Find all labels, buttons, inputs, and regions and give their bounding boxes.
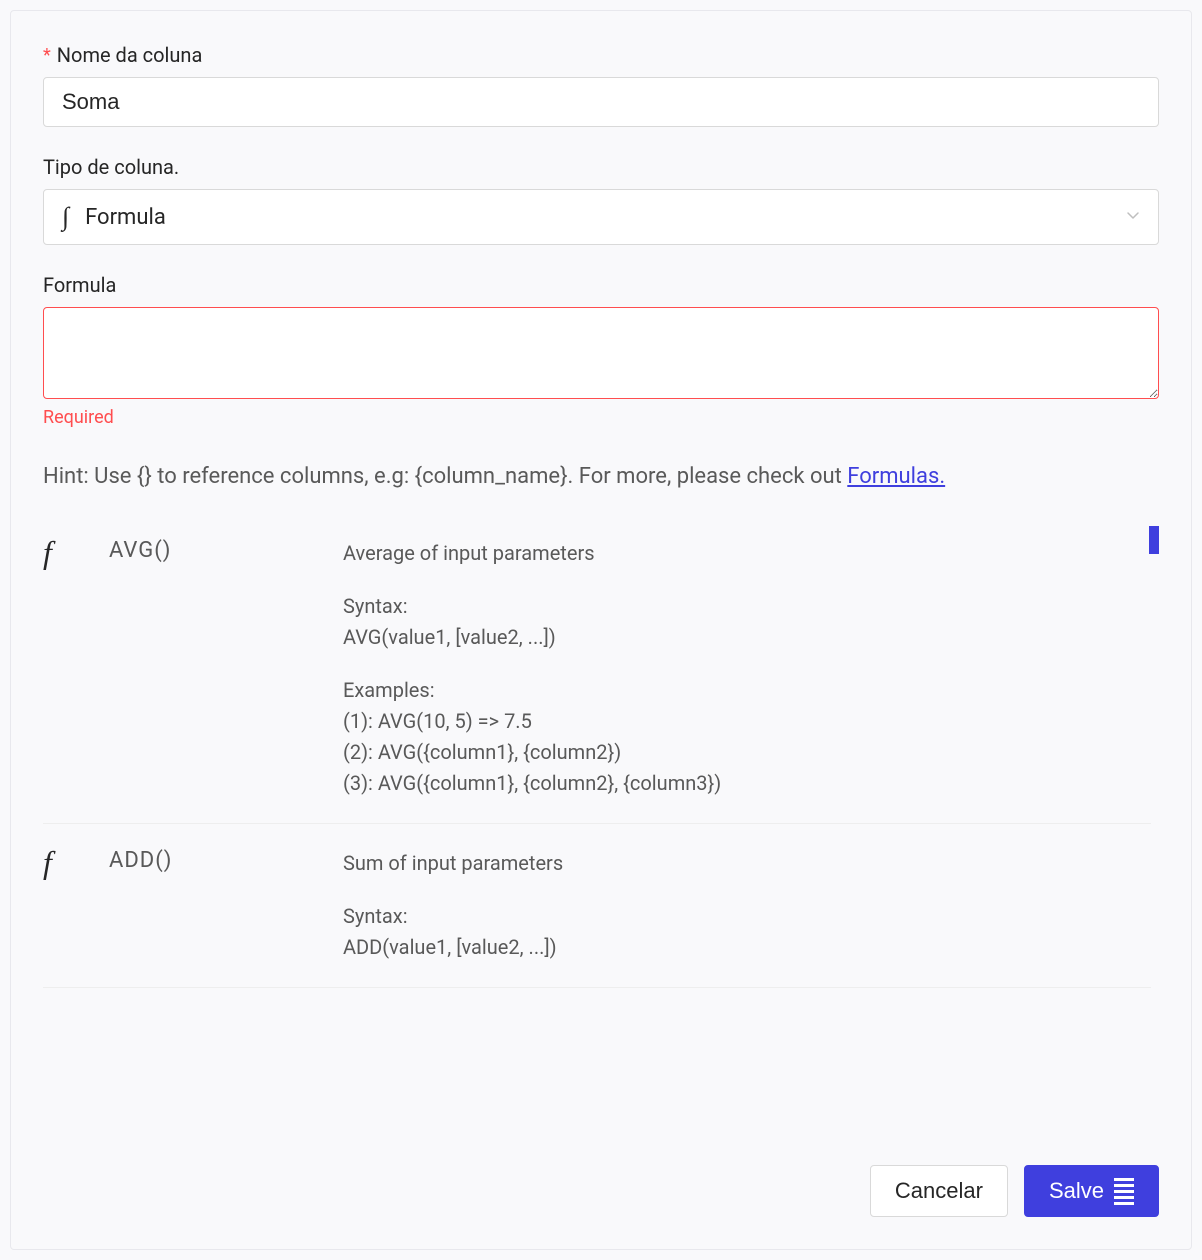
syntax-text: AVG(value1, [value2, ...]) [343,622,721,653]
column-edit-panel: * Nome da coluna Tipo de coluna. ∫ Formu… [10,10,1192,1250]
function-description: Average of input parameters Syntax: AVG(… [343,538,721,799]
column-type-group: Tipo de coluna. ∫ Formula [43,155,1159,245]
column-type-label: Tipo de coluna. [43,155,1159,179]
required-asterisk: * [43,45,51,66]
save-icon [1114,1178,1134,1205]
chevron-down-icon [1125,205,1141,230]
example-2: (2): AVG({column1}, {column2}) [343,737,721,768]
syntax-label: Syntax: [343,901,563,932]
formula-icon: ∫ [62,202,69,232]
formula-label: Formula [43,273,1159,297]
cancel-button[interactable]: Cancelar [870,1165,1008,1217]
function-item-add[interactable]: f ADD() Sum of input parameters Syntax: … [43,824,1151,988]
function-description: Sum of input parameters Syntax: ADD(valu… [343,848,563,963]
function-list-wrap: f AVG() Average of input parameters Synt… [43,526,1159,1139]
formula-label-text: Formula [43,273,116,297]
column-name-input[interactable] [43,77,1159,127]
footer-actions: Cancelar Salve [43,1139,1159,1217]
column-name-label-text: Nome da coluna [57,43,203,67]
column-name-label: * Nome da coluna [43,43,1159,67]
save-label: Salve [1049,1178,1104,1204]
syntax-text: ADD(value1, [value2, ...]) [343,932,563,963]
column-type-select[interactable]: ∫ Formula [43,189,1159,245]
column-type-selected: Formula [85,205,166,230]
function-name: AVG() [109,538,171,563]
function-icon: f [43,846,73,878]
column-type-label-text: Tipo de coluna. [43,155,179,179]
column-name-group: * Nome da coluna [43,43,1159,127]
function-list[interactable]: f AVG() Average of input parameters Synt… [43,526,1159,1139]
formula-group: Formula Required [43,273,1159,428]
column-type-select-wrap: ∫ Formula [43,189,1159,245]
example-3: (3): AVG({column1}, {column2}, {column3}… [343,768,721,799]
syntax-label: Syntax: [343,591,721,622]
function-icon: f [43,536,73,568]
formula-input[interactable] [43,307,1159,399]
function-desc-text: Sum of input parameters [343,848,563,879]
formula-hint: Hint: Use {} to reference columns, e.g: … [43,456,1159,498]
cancel-label: Cancelar [895,1178,983,1204]
function-name: ADD() [109,848,172,873]
function-item-avg[interactable]: f AVG() Average of input parameters Synt… [43,526,1151,824]
hint-text: Hint: Use {} to reference columns, e.g: … [43,464,847,489]
function-desc-text: Average of input parameters [343,538,721,569]
formulas-link[interactable]: Formulas. [847,464,945,489]
example-1: (1): AVG(10, 5) => 7.5 [343,706,721,737]
examples-label: Examples: [343,675,721,706]
formula-error: Required [43,407,1159,428]
save-button[interactable]: Salve [1024,1165,1159,1217]
